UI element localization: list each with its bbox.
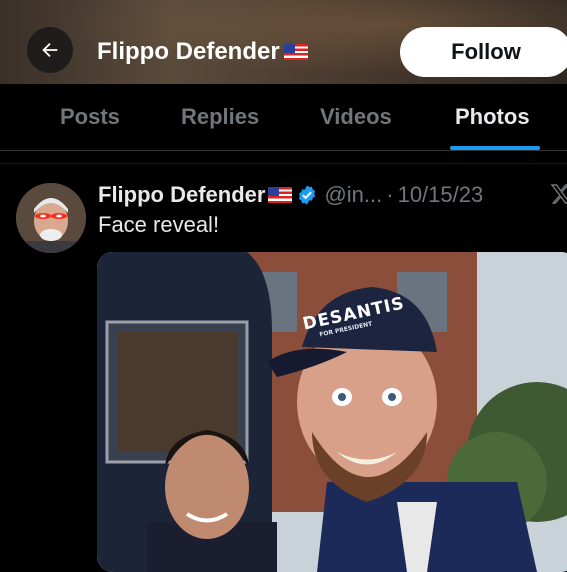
meta-separator: · xyxy=(386,182,394,207)
tab-posts[interactable]: Posts xyxy=(60,84,120,150)
avatar[interactable] xyxy=(16,183,86,253)
section-divider xyxy=(0,151,567,164)
tab-replies[interactable]: Replies xyxy=(181,84,259,150)
profile-tabs: Posts Replies Videos Photos xyxy=(0,84,567,151)
us-flag-icon xyxy=(268,187,293,203)
header-title: Flippo Defender xyxy=(97,38,308,66)
x-logo-icon xyxy=(549,182,567,211)
header-title-text: Flippo Defender xyxy=(97,38,280,65)
post-header: Flippo Defender @in... · 10/15/23 xyxy=(98,180,483,210)
back-button[interactable] xyxy=(27,27,73,73)
post-photo[interactable]: DESANTIS FOR PRESIDENT xyxy=(97,252,567,572)
post-author-name[interactable]: Flippo Defender xyxy=(98,182,265,208)
tab-videos[interactable]: Videos xyxy=(320,84,392,150)
post-date[interactable]: 10/15/23 xyxy=(398,182,484,208)
follow-button[interactable]: Follow xyxy=(400,27,567,77)
avatar-image xyxy=(16,183,86,253)
verified-badge-icon xyxy=(299,185,316,205)
photo-image xyxy=(97,252,567,572)
post-handle[interactable]: @in... xyxy=(324,182,382,208)
tab-photos[interactable]: Photos xyxy=(455,84,530,150)
post-text: Face reveal! xyxy=(98,212,220,237)
active-tab-indicator xyxy=(450,146,540,150)
us-flag-icon xyxy=(283,44,308,60)
arrow-left-icon xyxy=(42,42,58,58)
